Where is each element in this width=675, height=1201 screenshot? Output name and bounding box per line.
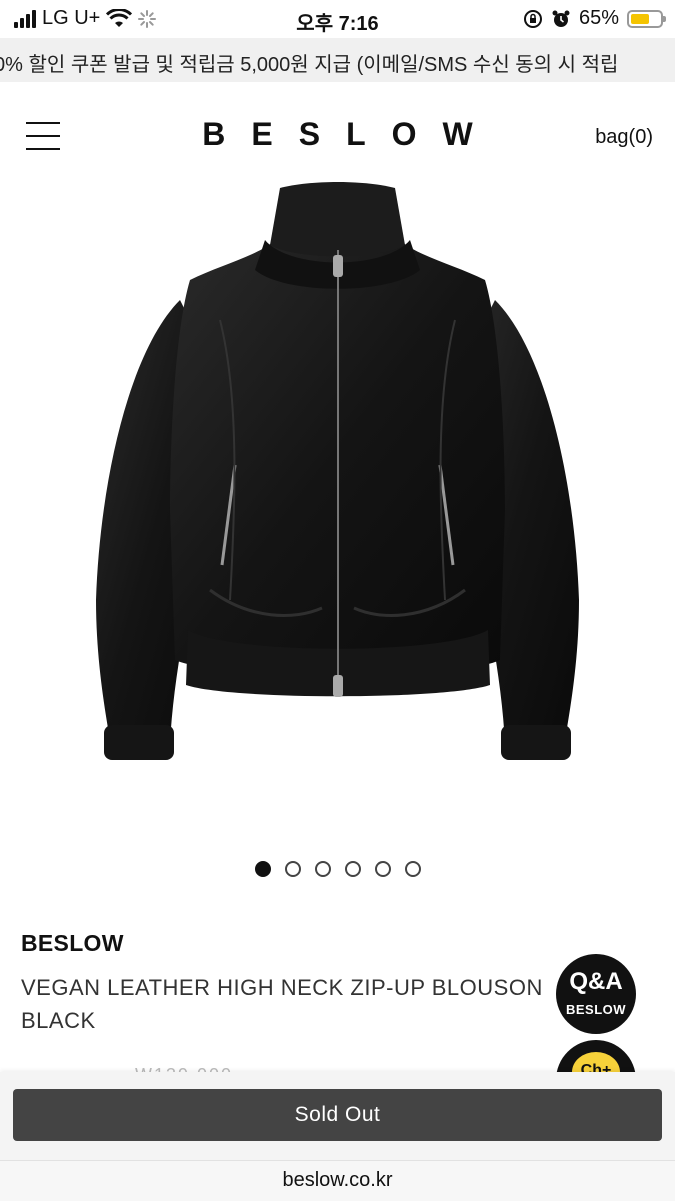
product-image[interactable] — [60, 180, 615, 780]
gallery-dot[interactable] — [314, 861, 331, 877]
qa-title: Q&A — [569, 968, 623, 995]
status-right: 65% — [523, 7, 666, 30]
gallery-dot[interactable] — [404, 861, 421, 877]
url-text: beslow.co.kr — [282, 1169, 393, 1191]
bag-link[interactable]: bag(0) — [595, 126, 653, 149]
product-color: BLACK — [21, 1008, 96, 1033]
sold-out-button[interactable]: Sold Out — [13, 1089, 662, 1141]
brand-logo[interactable]: BESLOW — [0, 116, 675, 153]
rotation-lock-icon — [523, 9, 542, 28]
status-bar: LG U+ 오후 7:16 65% — [0, 0, 675, 38]
product-brand[interactable]: BESLOW — [21, 930, 124, 957]
browser-url-bar[interactable]: beslow.co.kr — [0, 1160, 675, 1201]
site-header: BESLOW bag(0) — [0, 82, 675, 186]
alarm-icon — [552, 10, 570, 27]
product-name: VEGAN LEATHER HIGH NECK ZIP-UP BLOUSON — [21, 975, 543, 1000]
gallery-dot[interactable] — [344, 861, 361, 877]
gallery-dot[interactable] — [374, 861, 391, 877]
qa-subtitle: BESLOW — [565, 1002, 627, 1017]
qa-button[interactable]: Q&A BESLOW — [556, 954, 636, 1034]
promo-banner[interactable]: 0% 할인 쿠폰 발급 및 적립금 5,000원 지급 (이메일/SMS 수신 … — [0, 38, 675, 82]
bottom-action-bar: Sold Out — [0, 1072, 675, 1160]
gallery-dot[interactable] — [254, 861, 271, 877]
battery-level — [631, 13, 649, 24]
battery-percent: 65% — [578, 7, 619, 29]
gallery-pagination — [0, 861, 675, 877]
promo-text: 0% 할인 쿠폰 발급 및 적립금 5,000원 지급 (이메일/SMS 수신 … — [0, 54, 619, 76]
gallery-dot[interactable] — [284, 861, 301, 877]
battery-icon — [627, 9, 666, 28]
